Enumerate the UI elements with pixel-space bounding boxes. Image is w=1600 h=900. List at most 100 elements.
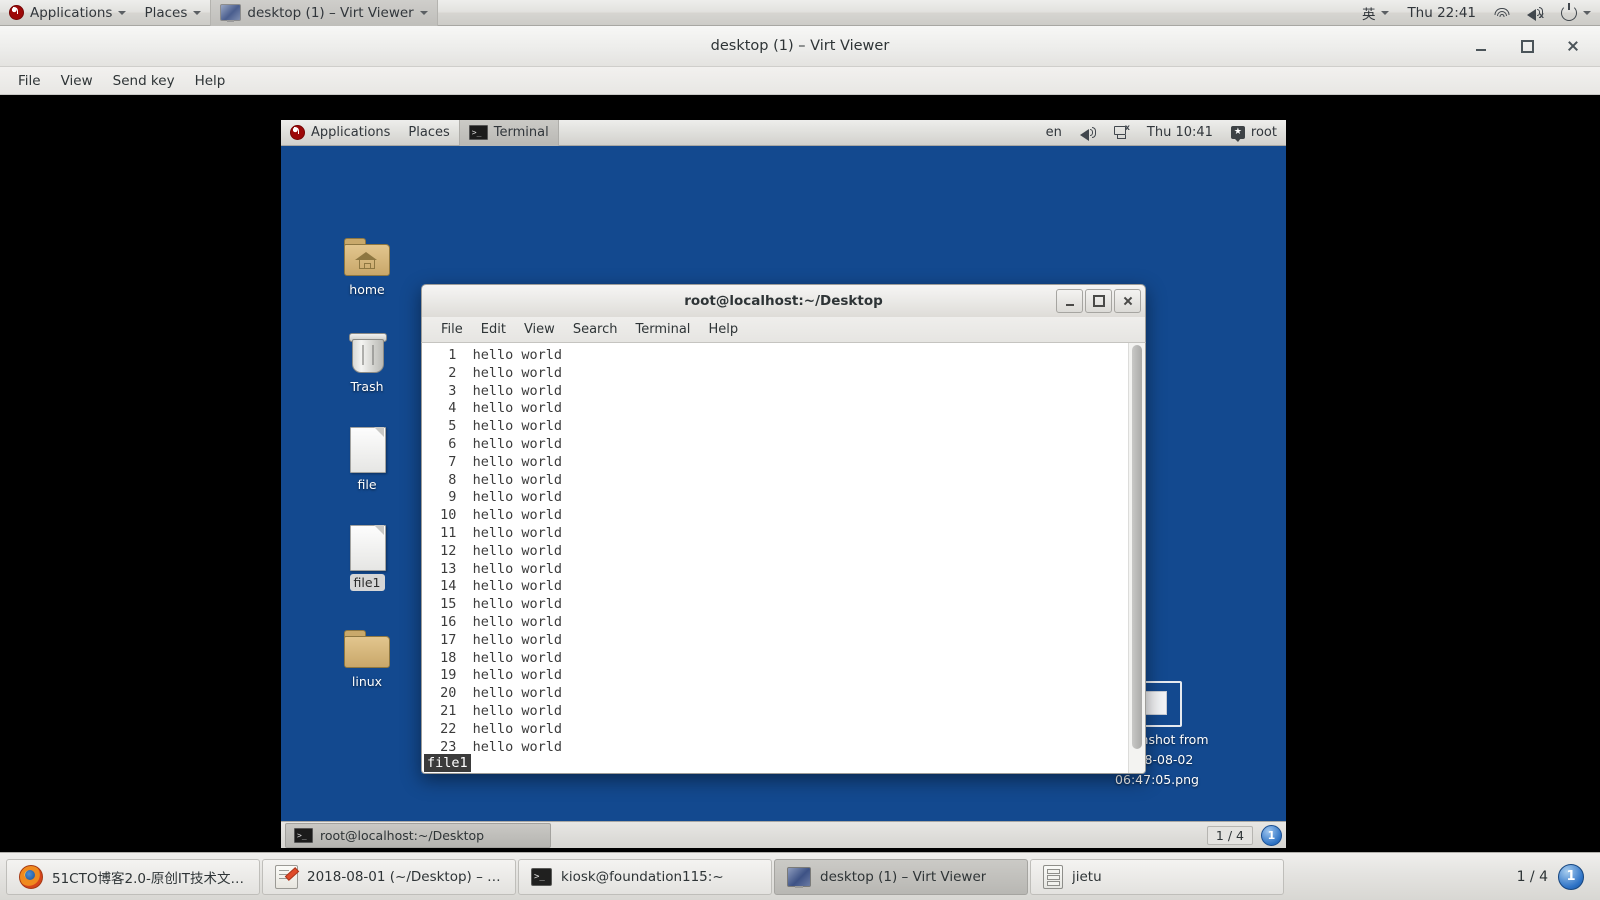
- host-clock[interactable]: Thu 22:41: [1398, 0, 1485, 26]
- vm-panel-terminal-label: Terminal: [493, 124, 549, 140]
- virt-viewer-title: desktop (1) – Virt Viewer: [710, 38, 890, 54]
- terminal-menu-help[interactable]: Help: [699, 322, 747, 337]
- vm-taskbar-window-label: root@localhost:~/Desktop: [320, 827, 485, 843]
- host-workspace-badge[interactable]: 1: [1558, 863, 1584, 890]
- desktop-icon-linux[interactable]: linux: [325, 620, 409, 690]
- taskbar-item-label: kiosk@foundation115:~: [561, 868, 724, 885]
- vm-applications-label: Applications: [311, 124, 391, 140]
- vm-applications-menu[interactable]: Applications: [281, 120, 399, 146]
- menu-view[interactable]: View: [51, 67, 103, 95]
- volume-status[interactable]: x: [1518, 0, 1552, 26]
- terminal-menu-terminal[interactable]: Terminal: [626, 322, 699, 337]
- terminal-line: 2 hello world: [432, 364, 563, 381]
- taskbar-item-virt-viewer[interactable]: desktop (1) – Virt Viewer: [774, 858, 1028, 895]
- terminal-line: 20 hello world: [432, 685, 563, 702]
- terminal-body[interactable]: 1 hello world 2 hello world 3 hello worl…: [421, 343, 1146, 774]
- terminal-menu-search[interactable]: Search: [564, 322, 627, 337]
- desktop-icon-home[interactable]: home: [325, 228, 409, 298]
- close-button[interactable]: [1562, 35, 1584, 57]
- terminal-menu-edit[interactable]: Edit: [472, 322, 515, 337]
- virt-viewer-icon: [220, 4, 242, 22]
- power-icon: [1561, 2, 1577, 21]
- terminal-menu-file[interactable]: File: [432, 322, 472, 337]
- taskbar-item-label: jietu: [1072, 868, 1102, 885]
- maximize-button[interactable]: [1516, 35, 1538, 57]
- taskbar-item-firefox[interactable]: 51CTO博客2.0-原创IT技术文章分...: [6, 858, 260, 895]
- terminal-scrollbar-thumb[interactable]: [1132, 345, 1142, 749]
- maximize-icon: [1092, 295, 1105, 307]
- menu-file[interactable]: File: [8, 67, 51, 95]
- taskbar-item-terminal[interactable]: >_ kiosk@foundation115:~: [518, 858, 772, 895]
- terminal-maximize-button[interactable]: [1085, 289, 1112, 313]
- vm-top-panel: Applications Places >_ Terminal en x Thu…: [281, 120, 1286, 146]
- host-top-panel: Applications Places desktop (1) – Virt V…: [0, 0, 1600, 26]
- minimize-icon: [1476, 48, 1486, 51]
- terminal-line: 22 hello world: [432, 720, 563, 737]
- vm-taskbar-terminal-button[interactable]: >_ root@localhost:~/Desktop: [285, 822, 551, 848]
- terminal-window-controls: [1056, 289, 1141, 313]
- menu-send-key[interactable]: Send key: [103, 67, 185, 95]
- chevron-down-icon: [193, 10, 202, 15]
- terminal-window[interactable]: root@localhost:~/Desktop File Edit View …: [421, 284, 1146, 774]
- menu-help[interactable]: Help: [185, 67, 236, 95]
- terminal-line: 7 hello world: [432, 453, 563, 470]
- wifi-status[interactable]: [1485, 0, 1518, 26]
- terminal-menubar: File Edit View Search Terminal Help: [421, 317, 1146, 343]
- minimize-button[interactable]: [1470, 35, 1492, 57]
- volume-muted-icon: x: [1527, 6, 1544, 21]
- desktop-icon-trash[interactable]: Trash: [325, 325, 409, 395]
- vm-workspace-badge[interactable]: 1: [1261, 824, 1282, 846]
- host-applications-menu[interactable]: Applications: [0, 0, 135, 26]
- terminal-scrollbar[interactable]: [1128, 343, 1145, 773]
- terminal-line: 1 hello world: [432, 347, 563, 363]
- terminal-titlebar[interactable]: root@localhost:~/Desktop: [421, 284, 1146, 317]
- virt-viewer-menubar: File View Send key Help: [0, 67, 1600, 95]
- terminal-menu-view[interactable]: View: [515, 322, 564, 337]
- desktop-icon-file[interactable]: file: [325, 423, 409, 493]
- volume-icon: [1079, 126, 1096, 141]
- terminal-line: 11 hello world: [432, 524, 563, 541]
- host-workspace-switcher[interactable]: 1 / 4 1: [1517, 863, 1594, 890]
- host-clock-label: Thu 22:41: [1407, 4, 1476, 21]
- virt-viewer-window-controls: [1470, 26, 1592, 66]
- system-menu[interactable]: [1552, 0, 1600, 26]
- chevron-down-icon: [1583, 10, 1591, 15]
- vm-keyboard-layout[interactable]: en: [1037, 120, 1071, 146]
- terminal-line: 21 hello world: [432, 702, 563, 719]
- vm-network-status[interactable]: x: [1105, 120, 1138, 146]
- terminal-minimize-button[interactable]: [1056, 289, 1083, 313]
- taskbar-item-label: 51CTO博客2.0-原创IT技术文章分...: [52, 870, 247, 887]
- desktop-icon-file1[interactable]: file1: [325, 521, 409, 591]
- folder-home-icon: [325, 228, 409, 276]
- host-places-menu[interactable]: Places: [135, 0, 210, 26]
- host-places-label: Places: [144, 4, 188, 21]
- vm-workspace-switcher[interactable]: 1 / 4 1: [1206, 824, 1282, 846]
- vm-user-menu[interactable]: ★ root: [1222, 120, 1286, 146]
- taskbar-item-jietu[interactable]: jietu: [1030, 858, 1284, 895]
- vm-volume-status[interactable]: [1071, 120, 1105, 146]
- vm-clock-label: Thu 10:41: [1146, 124, 1213, 140]
- vm-screen[interactable]: Applications Places >_ Terminal en x Thu…: [281, 120, 1286, 848]
- virt-viewer-titlebar[interactable]: desktop (1) – Virt Viewer: [0, 26, 1600, 67]
- host-panel-window-task[interactable]: desktop (1) – Virt Viewer: [210, 0, 438, 26]
- vm-panel-terminal-task[interactable]: >_ Terminal: [458, 120, 559, 146]
- desktop-icon-label: file1: [349, 574, 385, 591]
- taskbar-item-label: 2018-08-01 (~/Desktop) – gedit: [307, 868, 503, 885]
- user-icon: ★: [1230, 126, 1245, 142]
- input-method-indicator[interactable]: 英: [1353, 0, 1399, 26]
- terminal-output: 1 hello world 2 hello world 3 hello worl…: [422, 347, 1127, 751]
- virt-viewer-canvas: Applications Places >_ Terminal en x Thu…: [0, 95, 1600, 852]
- host-applications-label: Applications: [30, 4, 113, 21]
- terminal-close-button[interactable]: [1114, 289, 1141, 313]
- terminal-line: 4 hello world: [432, 400, 563, 417]
- trash-icon: [325, 325, 409, 373]
- maximize-icon: [1520, 39, 1534, 53]
- document-icon: [325, 521, 409, 571]
- host-taskbar: 51CTO博客2.0-原创IT技术文章分... 2018-08-01 (~/De…: [0, 852, 1600, 900]
- terminal-line: 12 hello world: [432, 542, 563, 559]
- vm-clock[interactable]: Thu 10:41: [1138, 120, 1222, 146]
- taskbar-item-gedit[interactable]: 2018-08-01 (~/Desktop) – gedit: [262, 858, 516, 895]
- vm-places-menu[interactable]: Places: [399, 120, 458, 146]
- vm-user-label: root: [1250, 124, 1277, 140]
- terminal-line: 14 hello world: [432, 578, 563, 595]
